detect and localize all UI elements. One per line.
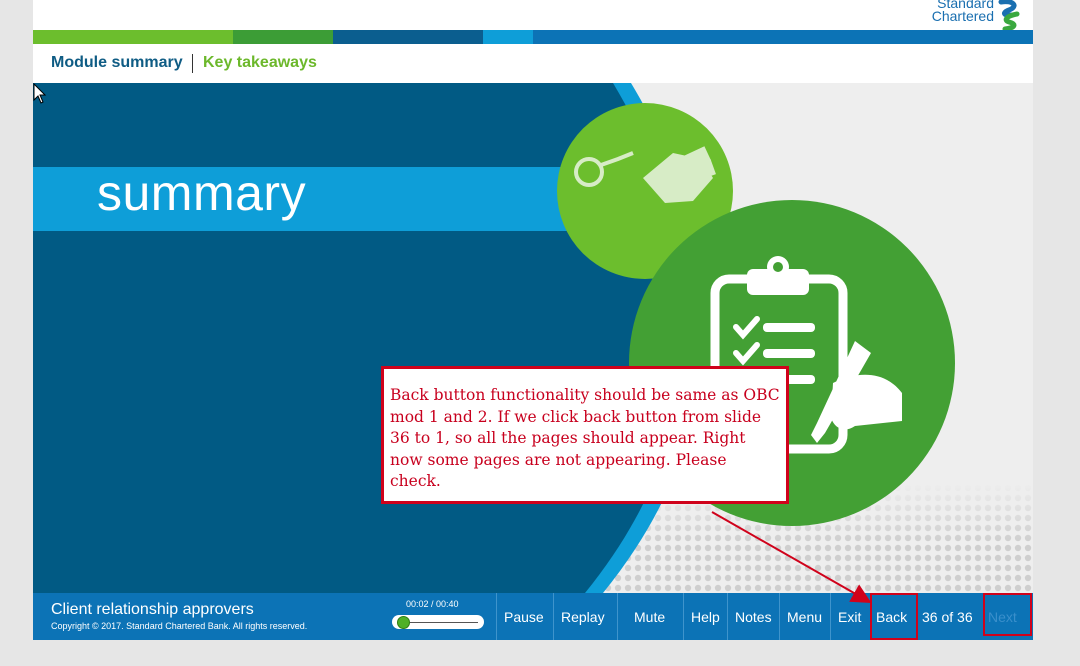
review-comment-callout: Back button functionality should be same… <box>381 366 789 504</box>
annotation-arrow <box>711 511 872 603</box>
